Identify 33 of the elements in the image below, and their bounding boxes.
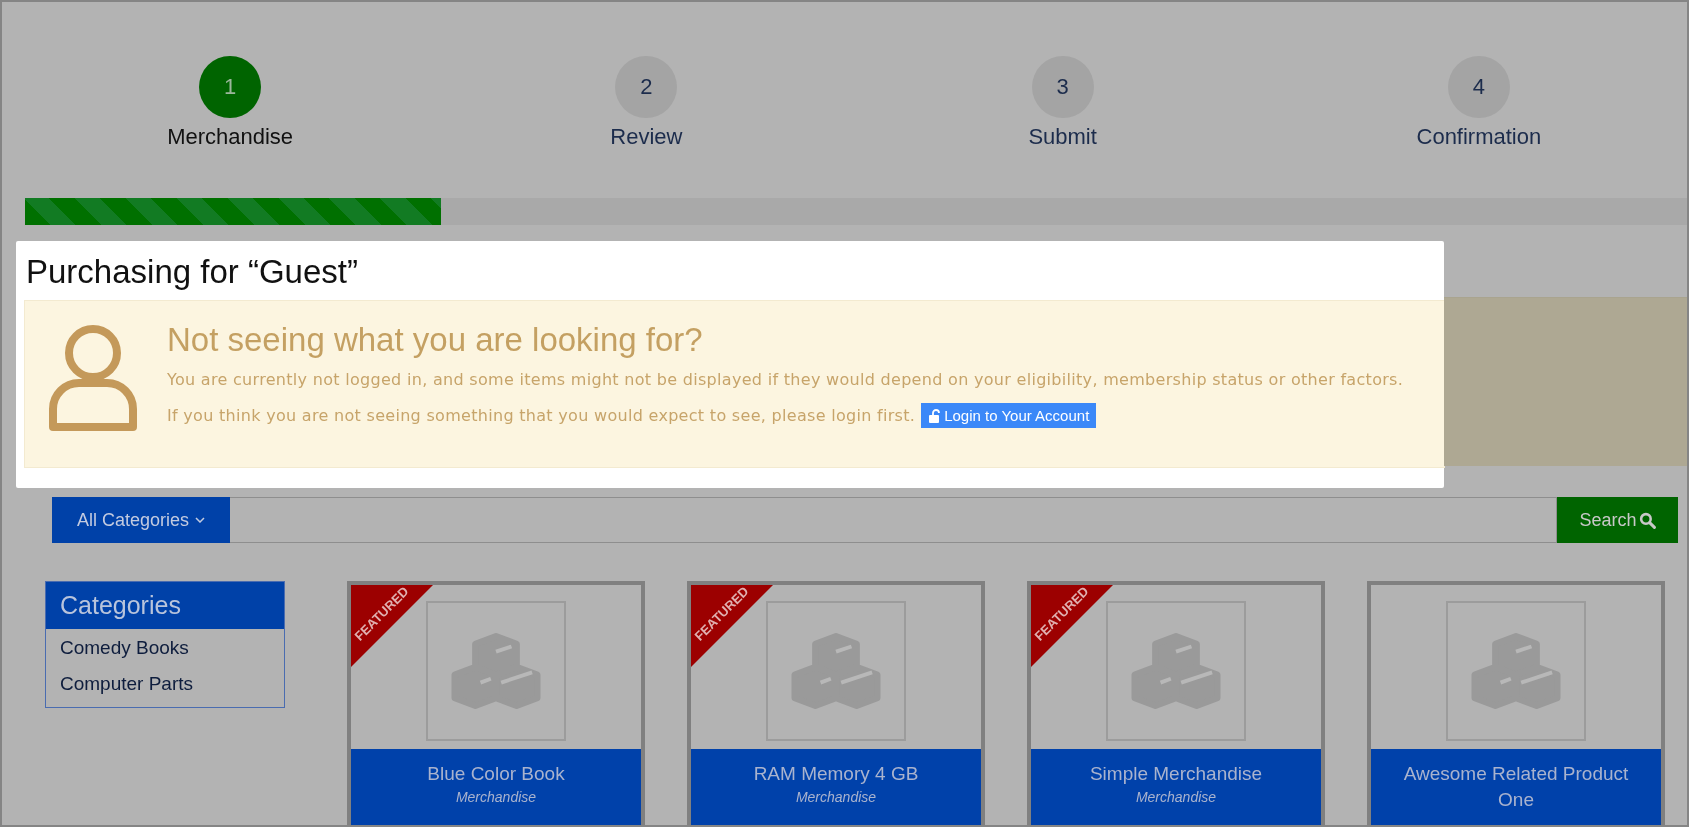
product-category: Merchandise <box>1134 789 1218 805</box>
chevron-down-icon <box>195 517 206 523</box>
product-name[interactable]: RAM Memory 4 GB <box>715 761 957 787</box>
step-number[interactable]: 4 <box>1447 56 1510 118</box>
alert-message: You are currently not logged in, and some items might not be displayed if they would depend on your eligibility, membership status or other factors. <box>167 369 1404 391</box>
product-category: Merchandise <box>454 789 538 805</box>
category-link[interactable]: Comedy Books <box>46 629 284 665</box>
search-icon <box>1638 511 1656 529</box>
search-field[interactable] <box>230 497 1557 543</box>
category-dropdown[interactable]: All Categories <box>52 497 230 543</box>
step-number[interactable]: 3 <box>1031 56 1094 118</box>
alert-hint: If you think you are not seeing something that you would expect to see, please login first. <box>167 404 916 427</box>
alert-heading: Not seeing what you are looking for? <box>167 321 704 359</box>
page-title: Purchasing for “Guest” <box>26 253 359 291</box>
product-category: Merchandise <box>794 789 878 805</box>
step-label[interactable]: Confirmation <box>1416 124 1542 150</box>
category-link[interactable]: Computer Parts <box>46 665 284 701</box>
product-card[interactable]: Awesome Related Product One <box>1367 581 1665 825</box>
cubes-icon <box>1469 631 1563 711</box>
step-label[interactable]: Review <box>610 124 683 150</box>
cubes-icon <box>1129 631 1223 711</box>
login-button[interactable]: Login to Your Account <box>921 403 1097 428</box>
step-label[interactable]: Submit <box>1028 124 1097 150</box>
unlock-icon <box>928 408 941 423</box>
step-number[interactable]: 1 <box>199 56 262 118</box>
product-name[interactable]: Blue Color Book <box>375 761 617 787</box>
search-button[interactable]: Search <box>1557 497 1678 543</box>
cubes-icon <box>789 631 883 711</box>
categories-title: Categories <box>46 582 284 629</box>
cubes-icon <box>449 631 543 711</box>
step-number[interactable]: 2 <box>615 56 678 118</box>
step-label[interactable]: Merchandise <box>167 124 294 150</box>
product-name[interactable]: Simple Merchandise <box>1055 761 1297 787</box>
